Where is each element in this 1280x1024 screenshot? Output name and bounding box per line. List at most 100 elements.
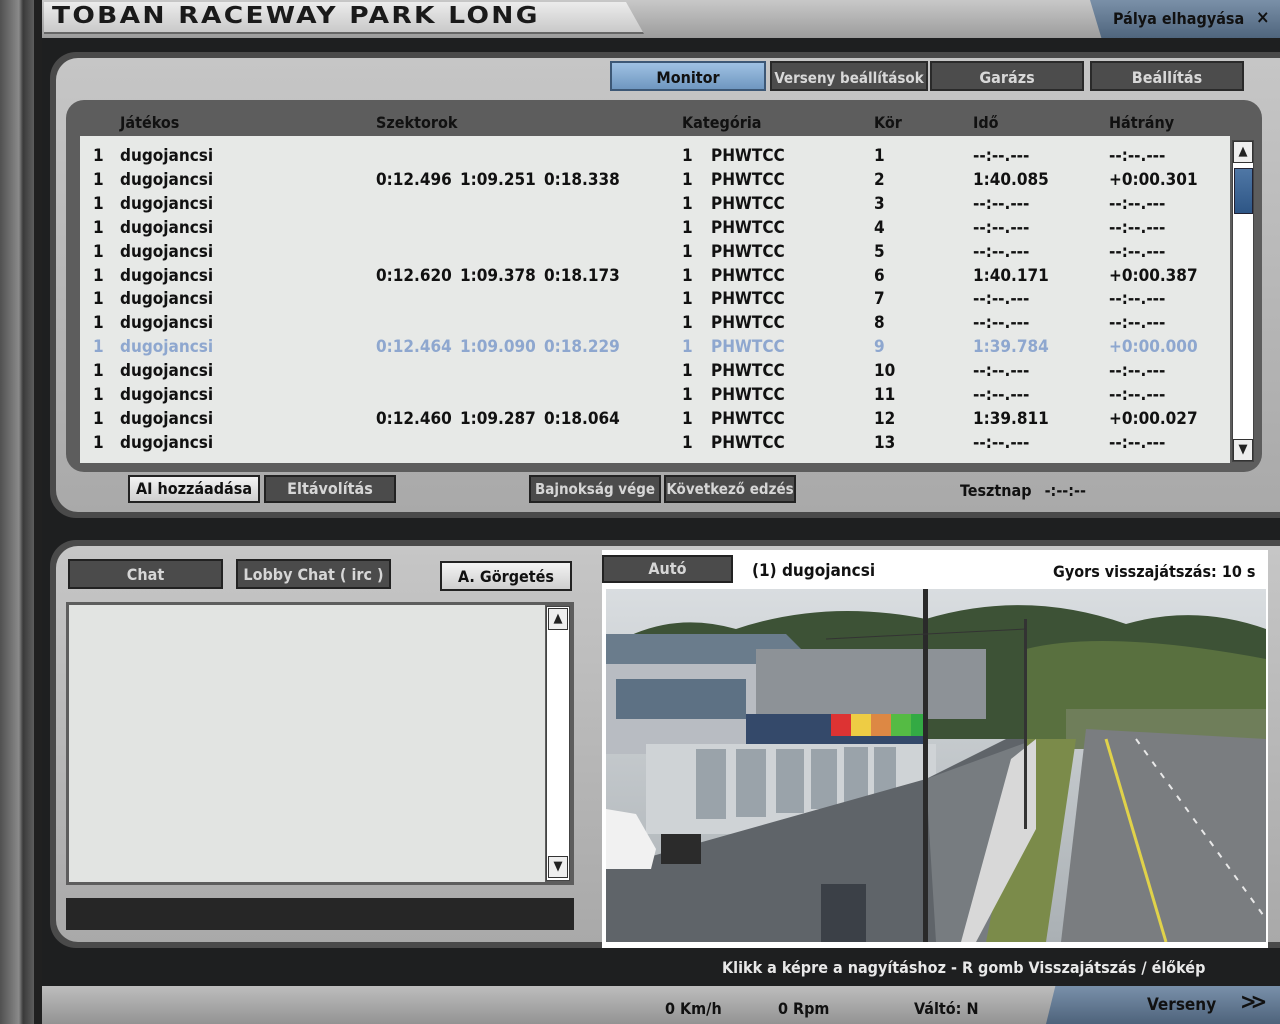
leave-track-label[interactable]: Pálya elhagyása: [1113, 9, 1244, 28]
session-time: -:--:--: [1044, 481, 1086, 500]
row-player: dugojancsi: [120, 193, 214, 214]
session-status: Tesztnap -:--:--: [960, 481, 1086, 500]
row-time: 1:40.085: [973, 169, 1049, 190]
row-position: 1: [93, 361, 104, 382]
race-label[interactable]: Verseny: [1147, 995, 1216, 1015]
table-row[interactable]: 1 dugojancsi 1 PHWTCC 4 --:--.--- --:--.---: [80, 218, 1230, 242]
pit-lane-scene: [606, 589, 1266, 942]
track-title: TOBAN RACEWAY PARK LONG: [52, 3, 540, 29]
chat-input[interactable]: [66, 898, 574, 930]
scroll-down-icon[interactable]: ▼: [1233, 439, 1253, 461]
chat-log: [69, 605, 545, 882]
table-row[interactable]: 1 dugojancsi 0:12.464 1:09.090 0:18.229 1 PHWT…: [80, 337, 1230, 361]
row-position: 1: [93, 193, 104, 214]
results-scrollbar-thumb[interactable]: [1234, 168, 1253, 214]
row-category-number: 1: [682, 337, 693, 358]
row-time: 1:40.171: [973, 265, 1049, 286]
row-position: 1: [93, 408, 104, 429]
table-row[interactable]: 1 dugojancsi 0:12.620 1:09.378 0:18.173 1 PHWT…: [80, 266, 1230, 290]
row-category-number: 1: [682, 289, 693, 310]
row-player: dugojancsi: [120, 146, 214, 166]
row-gap: --:--.---: [1109, 289, 1166, 310]
tab-garage[interactable]: Garázs: [930, 61, 1084, 91]
table-row[interactable]: 1 dugojancsi 1 PHWTCC 8 --:--.--- --:--.---: [80, 313, 1230, 337]
row-category: PHWTCC: [711, 146, 785, 166]
table-row[interactable]: 1 dugojancsi 1 PHWTCC 5 --:--.--- --:--.---: [80, 242, 1230, 266]
row-lap: 2: [874, 169, 885, 190]
table-row[interactable]: 1 dugojancsi 1 PHWTCC 1 --:--.--- --:--.---: [80, 146, 1230, 170]
camera-button[interactable]: Autó: [602, 555, 733, 583]
remove-button[interactable]: Eltávolítás: [264, 475, 396, 503]
row-lap: 6: [874, 265, 885, 286]
column-header-category: Kategória: [682, 113, 762, 132]
row-sector-1: 0:12.620: [376, 265, 452, 286]
row-player: dugojancsi: [120, 337, 214, 358]
row-gap: --:--.---: [1109, 217, 1166, 238]
row-time: --:--.---: [973, 193, 1030, 214]
row-player: dugojancsi: [120, 289, 214, 310]
scroll-up-icon[interactable]: ▲: [1233, 141, 1253, 163]
double-chevron-right-icon[interactable]: >>: [1240, 990, 1267, 1015]
row-sector-3: 0:18.064: [544, 408, 620, 429]
row-time: --:--.---: [973, 432, 1030, 453]
camera-driver: (1) dugojancsi: [752, 561, 876, 581]
chat-tab[interactable]: Chat: [68, 559, 223, 589]
row-lap: 10: [874, 361, 896, 382]
row-time: --:--.---: [973, 241, 1030, 262]
row-sector-1: 0:12.464: [376, 337, 452, 358]
end-championship-button[interactable]: Bajnokság vége: [529, 475, 661, 503]
row-position: 1: [93, 169, 104, 190]
row-time: --:--.---: [973, 146, 1030, 166]
row-category-number: 1: [682, 217, 693, 238]
row-lap: 3: [874, 193, 885, 214]
close-x-icon[interactable]: ⨯: [1256, 7, 1270, 28]
row-lap: 1: [874, 146, 885, 166]
row-gap: +0:00.301: [1109, 169, 1198, 190]
row-category-number: 1: [682, 385, 693, 405]
row-time: 1:39.784: [973, 337, 1049, 358]
table-row[interactable]: 1 dugojancsi 0:12.496 1:09.251 0:18.338 1 PHWT…: [80, 170, 1230, 194]
row-sector-3: 0:18.229: [544, 337, 620, 358]
row-player: dugojancsi: [120, 385, 214, 405]
table-row[interactable]: 1 dugojancsi 0:12.460 1:09.287 0:18.064 1 PHWT…: [80, 409, 1230, 433]
row-lap: 8: [874, 313, 885, 334]
column-header-gap: Hátrány: [1109, 113, 1175, 132]
row-sector-2: 1:09.090: [460, 337, 536, 358]
replay-view[interactable]: [606, 589, 1266, 942]
table-row[interactable]: 1 dugojancsi 1 PHWTCC 3 --:--.--- --:--.---: [80, 194, 1230, 218]
row-category: PHWTCC: [711, 217, 785, 238]
row-time: --:--.---: [973, 217, 1030, 238]
row-gap: --:--.---: [1109, 193, 1166, 214]
tab-monitor[interactable]: Monitor: [610, 61, 766, 91]
row-category: PHWTCC: [711, 193, 785, 214]
row-player: dugojancsi: [120, 408, 214, 429]
row-gap: +0:00.387: [1109, 265, 1198, 286]
tab-race-settings[interactable]: Verseny beállítások: [770, 61, 928, 91]
table-row[interactable]: 1 dugojancsi 1 PHWTCC 10 --:--.--- --:--.---: [80, 361, 1230, 385]
autoscroll-toggle[interactable]: A. Görgetés: [440, 561, 572, 591]
lobby-chat-tab[interactable]: Lobby Chat ( irc ): [236, 559, 391, 589]
row-sector-1: 0:12.496: [376, 169, 452, 190]
chat-scroll-up-icon[interactable]: ▲: [548, 608, 568, 630]
table-row[interactable]: 1 dugojancsi 1 PHWTCC 13 --:--.--- --:--.---: [80, 433, 1230, 457]
row-gap: --:--.---: [1109, 241, 1166, 262]
add-ai-button[interactable]: AI hozzáadása: [128, 475, 260, 503]
next-session-button[interactable]: Következő edzés: [664, 475, 796, 503]
chat-scrollbar[interactable]: [546, 606, 570, 881]
row-lap: 13: [874, 432, 896, 453]
row-player: dugojancsi: [120, 217, 214, 238]
tab-settings[interactable]: Beállítás: [1090, 61, 1244, 91]
table-row[interactable]: 1 dugojancsi 1 PHWTCC 7 --:--.--- --:--.---: [80, 289, 1230, 313]
row-category: PHWTCC: [711, 361, 785, 382]
session-label: Tesztnap: [960, 481, 1032, 500]
row-time: --:--.---: [973, 385, 1030, 405]
left-decor-divider: [34, 0, 42, 1024]
chat-scroll-down-icon[interactable]: ▼: [548, 856, 568, 878]
row-category-number: 1: [682, 146, 693, 166]
replay-hint: Klikk a képre a nagyításhoz - R gomb Vis…: [722, 958, 1206, 977]
row-gap: --:--.---: [1109, 313, 1166, 334]
table-row[interactable]: 1 dugojancsi 1 PHWTCC 11 --:--.--- --:--.---: [80, 385, 1230, 409]
row-position: 1: [93, 337, 104, 358]
row-category-number: 1: [682, 361, 693, 382]
row-player: dugojancsi: [120, 313, 214, 334]
